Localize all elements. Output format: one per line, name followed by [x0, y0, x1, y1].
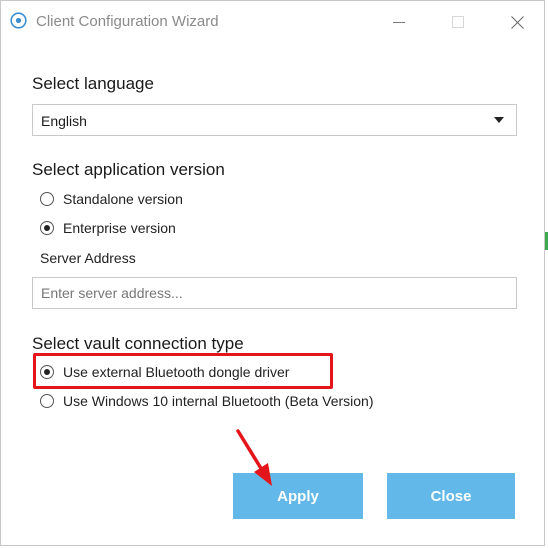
caret-down-icon	[494, 117, 504, 123]
radio-windows-internal-bluetooth[interactable]: Use Windows 10 internal Bluetooth (Beta …	[40, 392, 374, 410]
server-address-label: Server Address	[40, 250, 136, 266]
radio-label: Enterprise version	[63, 220, 176, 236]
radio-enterprise-version[interactable]: Enterprise version	[40, 219, 176, 237]
language-section-label: Select language	[32, 74, 154, 93]
window-title: Client Configuration Wizard	[36, 13, 219, 30]
close-icon	[510, 15, 524, 29]
radio-button-checked[interactable]	[40, 365, 54, 379]
maximize-button[interactable]	[438, 9, 478, 35]
maximize-icon	[452, 16, 464, 28]
title-bar: Client Configuration Wizard	[1, 1, 544, 43]
radio-external-bluetooth-dongle[interactable]: Use external Bluetooth dongle driver	[40, 363, 289, 381]
radio-standalone-version[interactable]: Standalone version	[40, 190, 183, 208]
apply-button-label: Apply	[277, 487, 319, 505]
close-window-button[interactable]	[497, 9, 537, 35]
radio-button[interactable]	[40, 192, 54, 206]
language-select[interactable]: English	[32, 104, 517, 136]
radio-button-checked[interactable]	[40, 221, 54, 235]
apply-button[interactable]: Apply	[233, 473, 363, 519]
server-address-input[interactable]	[32, 277, 517, 309]
language-selected-value: English	[41, 113, 87, 129]
minimize-button[interactable]	[379, 9, 419, 35]
wizard-window: Client Configuration Wizard Select langu…	[0, 0, 545, 546]
radio-label: Use Windows 10 internal Bluetooth (Beta …	[63, 393, 374, 409]
close-button[interactable]: Close	[387, 473, 515, 519]
radio-label: Use external Bluetooth dongle driver	[63, 364, 290, 380]
close-button-label: Close	[430, 487, 472, 505]
minimize-icon	[393, 22, 405, 23]
circle-dot-icon	[10, 12, 27, 29]
radio-button[interactable]	[40, 394, 54, 408]
version-section-label: Select application version	[32, 160, 225, 179]
vault-section-label: Select vault connection type	[32, 334, 244, 353]
radio-label: Standalone version	[63, 191, 183, 207]
